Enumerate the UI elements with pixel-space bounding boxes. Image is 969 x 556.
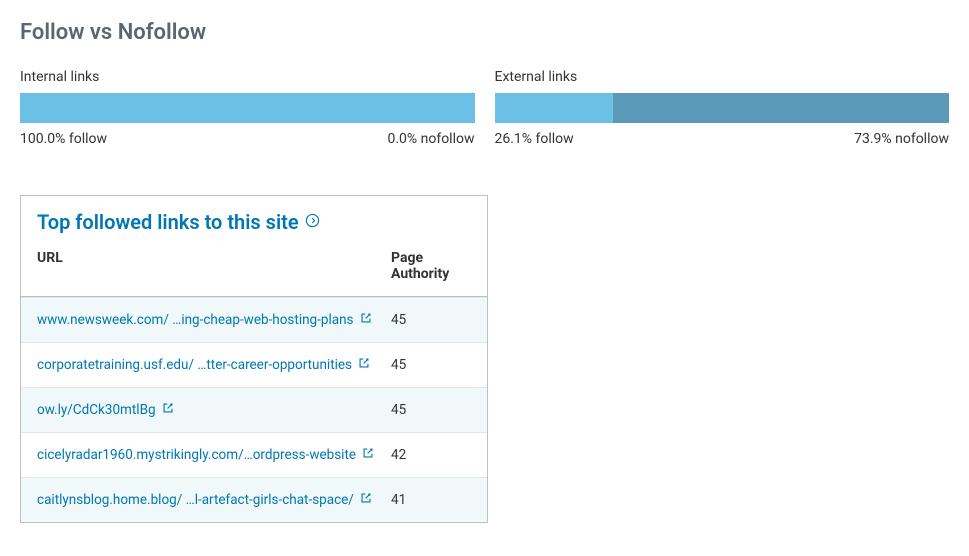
table-row: ow.ly/CdCk30mtlBg 45 xyxy=(21,387,487,432)
cell-pa: 45 xyxy=(391,312,471,328)
cell-url: caitlynsblog.home.blog/ …l-artefact-girl… xyxy=(37,492,391,508)
cell-url: ow.ly/CdCk30mtlBg xyxy=(37,402,391,418)
internal-links-bar: Internal links 100.0% follow 0.0% nofoll… xyxy=(20,69,475,147)
card-header: Top followed links to this site xyxy=(21,196,487,236)
external-nofollow-segment xyxy=(613,93,949,123)
section-title: Follow vs Nofollow xyxy=(20,20,949,45)
table-row: corporatetraining.usf.edu/ …tter-career-… xyxy=(21,342,487,387)
table-row: www.newsweek.com/ …ing-cheap-web-hosting… xyxy=(21,297,487,342)
cell-pa: 42 xyxy=(391,447,471,463)
internal-bar-track xyxy=(20,93,475,123)
cell-pa: 45 xyxy=(391,357,471,373)
cell-pa: 45 xyxy=(391,402,471,418)
external-link-icon[interactable] xyxy=(360,492,372,508)
internal-legend: 100.0% follow 0.0% nofollow xyxy=(20,131,475,147)
info-icon[interactable] xyxy=(305,213,320,232)
link-url[interactable]: ow.ly/CdCk30mtlBg xyxy=(37,402,156,418)
internal-nofollow-text: 0.0% nofollow xyxy=(387,131,474,147)
table-row: caitlynsblog.home.blog/ …l-artefact-girl… xyxy=(21,477,487,522)
external-links-bar: External links 26.1% follow 73.9% nofoll… xyxy=(495,69,950,147)
external-link-icon[interactable] xyxy=(360,312,372,328)
external-legend: 26.1% follow 73.9% nofollow xyxy=(495,131,950,147)
card-title: Top followed links to this site xyxy=(37,210,299,234)
external-follow-segment xyxy=(495,93,614,123)
external-link-icon[interactable] xyxy=(362,447,374,463)
internal-follow-text: 100.0% follow xyxy=(20,131,107,147)
external-link-icon[interactable] xyxy=(358,357,370,373)
link-url[interactable]: corporatetraining.usf.edu/ …tter-career-… xyxy=(37,357,352,373)
column-header-pa: Page Authority xyxy=(391,250,471,282)
external-nofollow-text: 73.9% nofollow xyxy=(854,131,949,147)
internal-links-label: Internal links xyxy=(20,69,475,85)
link-url[interactable]: caitlynsblog.home.blog/ …l-artefact-girl… xyxy=(37,492,354,508)
table-header: URL Page Authority xyxy=(21,236,487,297)
column-header-url: URL xyxy=(37,250,391,282)
cell-url: cicelyradar1960.mystrikingly.com/…ordpre… xyxy=(37,447,391,463)
table-row: cicelyradar1960.mystrikingly.com/…ordpre… xyxy=(21,432,487,477)
external-bar-track xyxy=(495,93,950,123)
cell-url: www.newsweek.com/ …ing-cheap-web-hosting… xyxy=(37,312,391,328)
cell-url: corporatetraining.usf.edu/ …tter-career-… xyxy=(37,357,391,373)
internal-follow-segment xyxy=(20,93,475,123)
external-follow-text: 26.1% follow xyxy=(495,131,574,147)
external-links-label: External links xyxy=(495,69,950,85)
table-body: www.newsweek.com/ …ing-cheap-web-hosting… xyxy=(21,297,487,522)
link-url[interactable]: www.newsweek.com/ …ing-cheap-web-hosting… xyxy=(37,312,354,328)
external-link-icon[interactable] xyxy=(162,402,174,418)
top-followed-links-card: Top followed links to this site URL Page… xyxy=(20,195,488,523)
link-url[interactable]: cicelyradar1960.mystrikingly.com/…ordpre… xyxy=(37,447,356,463)
follow-nofollow-bars: Internal links 100.0% follow 0.0% nofoll… xyxy=(20,69,949,147)
cell-pa: 41 xyxy=(391,492,471,508)
